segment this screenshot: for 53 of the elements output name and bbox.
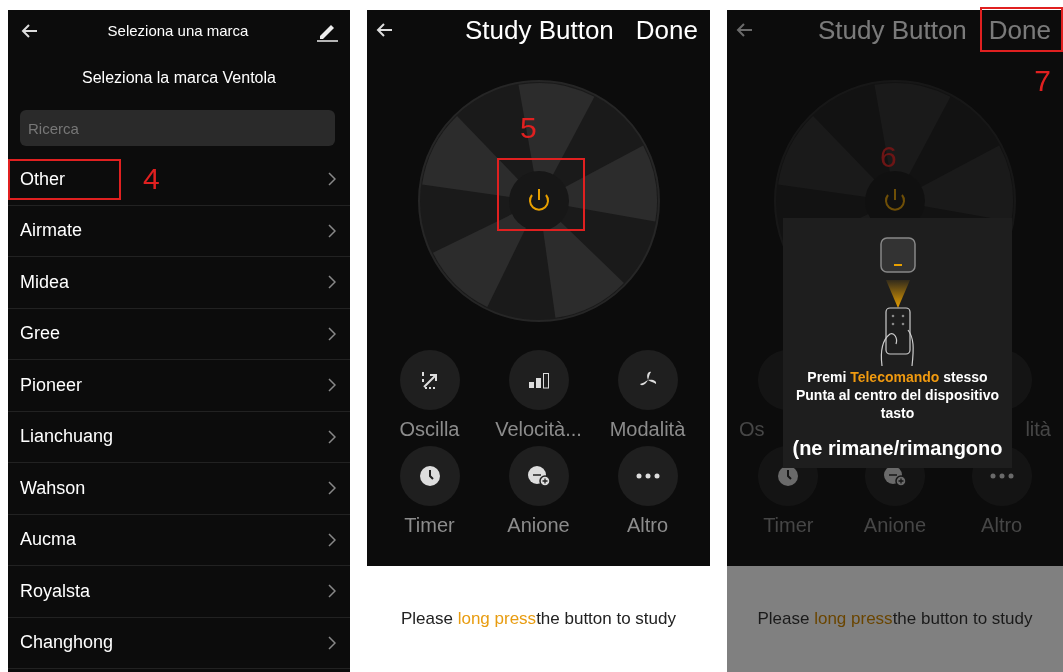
done-button[interactable]: Done bbox=[631, 10, 702, 50]
chevron-right-icon bbox=[328, 378, 336, 393]
chevron-right-icon bbox=[328, 429, 336, 444]
clock-icon bbox=[417, 464, 442, 488]
step-number: 5 bbox=[520, 113, 537, 143]
control-label: Timer bbox=[404, 513, 455, 538]
step-number: 4 bbox=[143, 164, 160, 194]
chevron-right-icon bbox=[328, 275, 336, 290]
brand-list-item[interactable]: Royalsta bbox=[8, 566, 350, 618]
chevron-right-icon bbox=[328, 223, 336, 238]
control-label: Altro bbox=[626, 513, 669, 538]
brand-list-item[interactable]: Lianchuang bbox=[8, 411, 350, 463]
instruction-text: Please long pressthe button to study bbox=[367, 566, 710, 672]
done-button[interactable]: Done bbox=[984, 10, 1055, 50]
chevron-right-icon bbox=[328, 481, 336, 496]
dialog-text: Punta al centro del dispositivo tasto bbox=[794, 386, 1000, 423]
control-label: Oscilla bbox=[399, 417, 460, 442]
more-icon bbox=[635, 473, 660, 479]
instruction-text: Please long pressthe button to study bbox=[727, 566, 1063, 672]
subtitle: Seleziona la marca Ventola bbox=[81, 68, 277, 88]
brand-list-item[interactable]: Airmate bbox=[8, 205, 350, 257]
chevron-right-icon bbox=[328, 635, 336, 650]
more-icon bbox=[989, 473, 1014, 479]
control-label: Velocità... bbox=[495, 417, 582, 442]
brand-list-item[interactable]: Aucma bbox=[8, 514, 350, 566]
chevron-right-icon bbox=[328, 172, 336, 187]
speed-bars-icon bbox=[526, 370, 551, 390]
screen-title: Study Button bbox=[817, 13, 967, 47]
brand-list-item[interactable]: Gree bbox=[8, 308, 350, 360]
control-label: Os bbox=[738, 417, 766, 442]
dialog-text: Premi Telecomando stesso bbox=[807, 368, 988, 387]
brand-list-item[interactable]: Pioneer bbox=[8, 360, 350, 412]
chevron-right-icon bbox=[328, 326, 336, 341]
hub-device-icon bbox=[878, 236, 917, 274]
brand-list-item[interactable]: Midea bbox=[8, 257, 350, 309]
chevron-right-icon bbox=[328, 584, 336, 599]
control-label: Altro bbox=[981, 513, 1023, 538]
chevron-right-icon bbox=[328, 532, 336, 547]
screen-title: Study Button bbox=[464, 13, 614, 47]
control-label: Anione bbox=[863, 513, 927, 538]
brand-list-item[interactable]: Wahson bbox=[8, 463, 350, 515]
step-number: 6 bbox=[880, 142, 897, 172]
brand-list-item[interactable]: Changhong bbox=[8, 617, 350, 669]
control-label: Modalità bbox=[609, 417, 686, 442]
ion-icon bbox=[526, 465, 551, 487]
search-field[interactable]: Ricerca bbox=[20, 110, 335, 146]
remaining-count: (ne rimane/rimangono bbox=[792, 435, 1003, 461]
brand-list-item[interactable]: Other 4 bbox=[8, 154, 350, 206]
step-number: 7 bbox=[1034, 66, 1051, 96]
control-label: Anione bbox=[507, 513, 570, 538]
screen-title: Seleziona una marca bbox=[107, 20, 249, 41]
control-label: lità bbox=[1024, 417, 1052, 442]
control-label: Timer bbox=[763, 513, 814, 538]
